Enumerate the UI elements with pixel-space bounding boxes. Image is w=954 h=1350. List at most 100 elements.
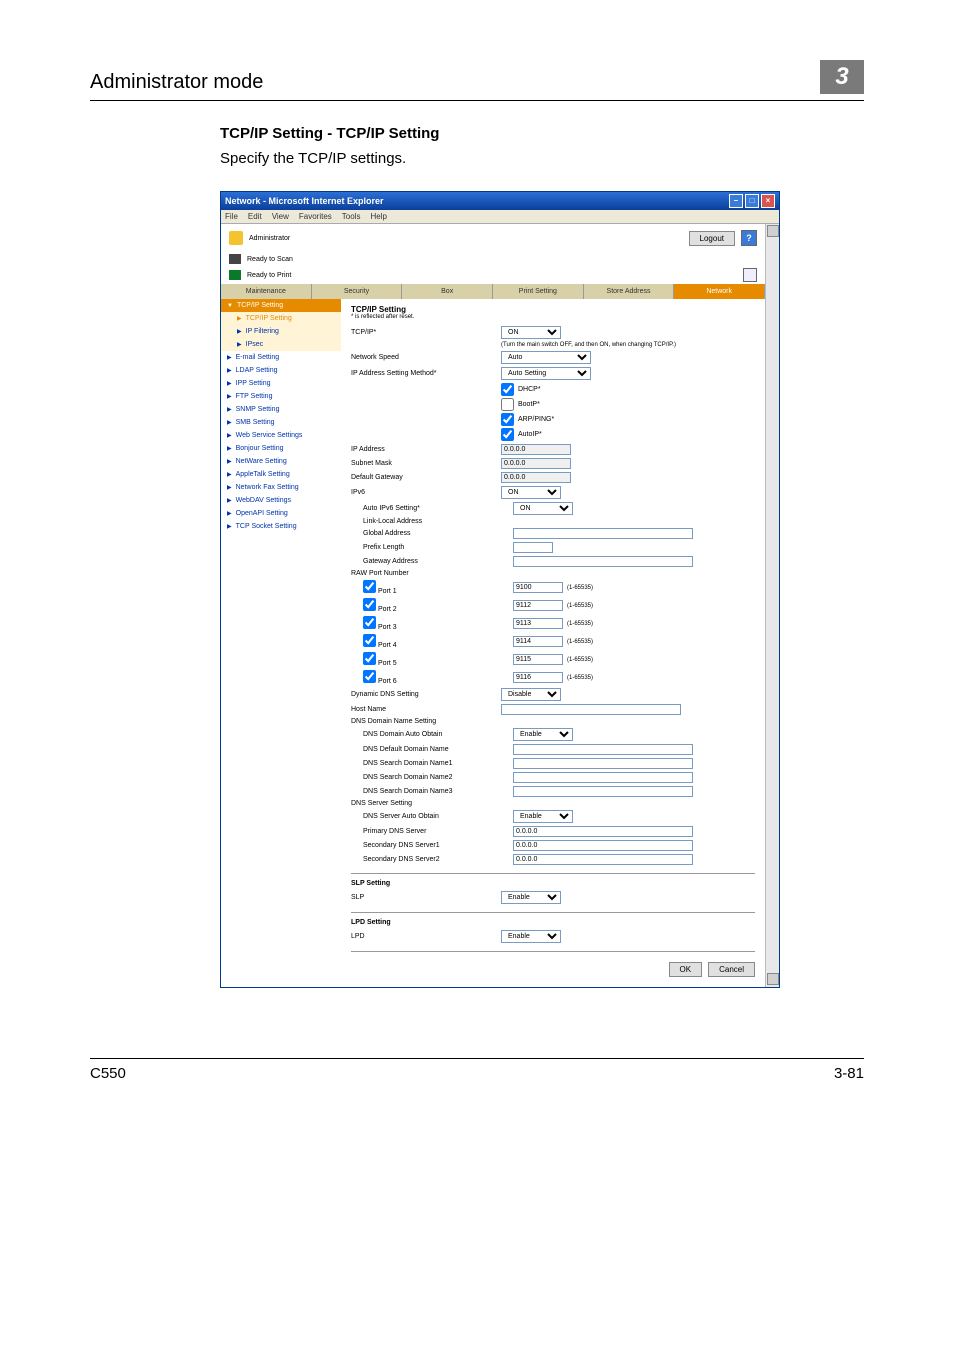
sidebar-item-network-fax[interactable]: ▶Network Fax Setting	[221, 481, 341, 494]
port5-input[interactable]	[513, 654, 563, 665]
maximize-icon[interactable]: □	[745, 194, 759, 208]
tab-network[interactable]: Network	[674, 284, 765, 299]
menu-file[interactable]: File	[225, 212, 238, 221]
port2-input[interactable]	[513, 600, 563, 611]
scroll-down-icon[interactable]	[767, 973, 779, 985]
sidebar-header-tcpip[interactable]: ▼TCP/IP Setting	[221, 299, 341, 312]
gwaddr-label: Gateway Address	[363, 558, 513, 565]
sidebar-item-tcpip-setting[interactable]: ▶TCP/IP Setting	[221, 312, 341, 325]
ready-print-label: Ready to Print	[247, 272, 291, 279]
sidebar-item-smb[interactable]: ▶SMB Setting	[221, 416, 341, 429]
tab-box[interactable]: Box	[402, 284, 493, 299]
tab-store-address[interactable]: Store Address	[584, 284, 675, 299]
autoip-checkbox[interactable]	[501, 428, 514, 441]
dnsdefault-input[interactable]	[513, 744, 693, 755]
browser-window: Network - Microsoft Internet Explorer – …	[220, 191, 780, 988]
host-input[interactable]	[501, 704, 681, 715]
sidebar-item-ipp[interactable]: ▶IPP Setting	[221, 377, 341, 390]
ip-input[interactable]	[501, 444, 571, 455]
dnsdefault-label: DNS Default Domain Name	[363, 746, 513, 753]
primarydns-input[interactable]	[513, 826, 693, 837]
ok-button[interactable]: OK	[669, 962, 703, 977]
port2-label: Port 2	[378, 606, 397, 613]
sidebar-item-ldap[interactable]: ▶LDAP Setting	[221, 364, 341, 377]
gw-input[interactable]	[501, 472, 571, 483]
gwaddr-input[interactable]	[513, 556, 693, 567]
tab-print-setting[interactable]: Print Setting	[493, 284, 584, 299]
port6-checkbox[interactable]	[363, 670, 376, 683]
ipv6-select[interactable]: ON	[501, 486, 561, 499]
dnssearch2-input[interactable]	[513, 772, 693, 783]
menu-view[interactable]: View	[272, 212, 289, 221]
dnssearch1-input[interactable]	[513, 758, 693, 769]
sidebar-item-ftp[interactable]: ▶FTP Setting	[221, 390, 341, 403]
logout-button[interactable]: Logout	[689, 231, 735, 246]
dhcp-label: DHCP*	[518, 386, 541, 393]
ipmethod-select[interactable]: Auto Setting	[501, 367, 591, 380]
prefix-label: Prefix Length	[363, 544, 513, 551]
dnsserver-label: DNS Server Setting	[351, 800, 501, 807]
netspeed-select[interactable]: Auto	[501, 351, 591, 364]
tab-maintenance[interactable]: Maintenance	[221, 284, 312, 299]
ip-label: IP Address	[351, 446, 501, 453]
sidebar-item-ipsec[interactable]: ▶IPsec	[221, 338, 341, 351]
port1-input[interactable]	[513, 582, 563, 593]
minimize-icon[interactable]: –	[729, 194, 743, 208]
port4-checkbox[interactable]	[363, 634, 376, 647]
sidebar-item-ip-filtering[interactable]: ▶IP Filtering	[221, 325, 341, 338]
dyndns-select[interactable]: Disable	[501, 688, 561, 701]
close-icon[interactable]: ×	[761, 194, 775, 208]
port1-checkbox[interactable]	[363, 580, 376, 593]
menu-edit[interactable]: Edit	[248, 212, 262, 221]
port5-checkbox[interactable]	[363, 652, 376, 665]
tcpip-label: TCP/IP*	[351, 329, 501, 336]
bootp-label: BootP*	[518, 401, 540, 408]
dnsserverauto-select[interactable]: Enable	[513, 810, 573, 823]
port3-checkbox[interactable]	[363, 616, 376, 629]
menu-favorites[interactable]: Favorites	[299, 212, 332, 221]
dnssearch3-input[interactable]	[513, 786, 693, 797]
sidebar-item-webdav[interactable]: ▶WebDAV Settings	[221, 494, 341, 507]
port6-input[interactable]	[513, 672, 563, 683]
sidebar-item-web-service[interactable]: ▶Web Service Settings	[221, 429, 341, 442]
sidebar-item-email[interactable]: ▶E-mail Setting	[221, 351, 341, 364]
sidebar-item-appletalk[interactable]: ▶AppleTalk Setting	[221, 468, 341, 481]
port6-label: Port 6	[378, 678, 397, 685]
menu-tools[interactable]: Tools	[342, 212, 361, 221]
dhcp-checkbox[interactable]	[501, 383, 514, 396]
port4-label: Port 4	[378, 642, 397, 649]
sidebar-item-tcp-socket[interactable]: ▶TCP Socket Setting	[221, 520, 341, 533]
ipv6-label: IPv6	[351, 489, 501, 496]
cancel-button[interactable]: Cancel	[708, 962, 755, 977]
lpd-select[interactable]: Enable	[501, 930, 561, 943]
tab-security[interactable]: Security	[312, 284, 403, 299]
port2-checkbox[interactable]	[363, 598, 376, 611]
secdns1-input[interactable]	[513, 840, 693, 851]
port3-input[interactable]	[513, 618, 563, 629]
dnsdomainauto-select[interactable]: Enable	[513, 728, 573, 741]
admin-icon	[229, 231, 243, 245]
bootp-checkbox[interactable]	[501, 398, 514, 411]
lpd-label: LPD	[351, 933, 501, 940]
sidebar-item-netware[interactable]: ▶NetWare Setting	[221, 455, 341, 468]
autoipv6-select[interactable]: ON	[513, 502, 573, 515]
port1-label: Port 1	[378, 588, 397, 595]
tcpip-select[interactable]: ON	[501, 326, 561, 339]
scroll-up-icon[interactable]	[767, 225, 779, 237]
secdns2-input[interactable]	[513, 854, 693, 865]
help-icon[interactable]: ?	[741, 230, 757, 246]
sidebar-item-bonjour[interactable]: ▶Bonjour Setting	[221, 442, 341, 455]
scrollbar[interactable]	[765, 224, 779, 987]
port4-input[interactable]	[513, 636, 563, 647]
netspeed-label: Network Speed	[351, 354, 501, 361]
globaladdr-input[interactable]	[513, 528, 693, 539]
sidebar-item-snmp[interactable]: ▶SNMP Setting	[221, 403, 341, 416]
arpping-checkbox[interactable]	[501, 413, 514, 426]
sidebar-item-openapi[interactable]: ▶OpenAPI Setting	[221, 507, 341, 520]
subnet-input[interactable]	[501, 458, 571, 469]
slp-select[interactable]: Enable	[501, 891, 561, 904]
prefix-input[interactable]	[513, 542, 553, 553]
secdns1-label: Secondary DNS Server1	[363, 842, 513, 849]
refresh-icon[interactable]	[743, 268, 757, 282]
menu-help[interactable]: Help	[370, 212, 386, 221]
